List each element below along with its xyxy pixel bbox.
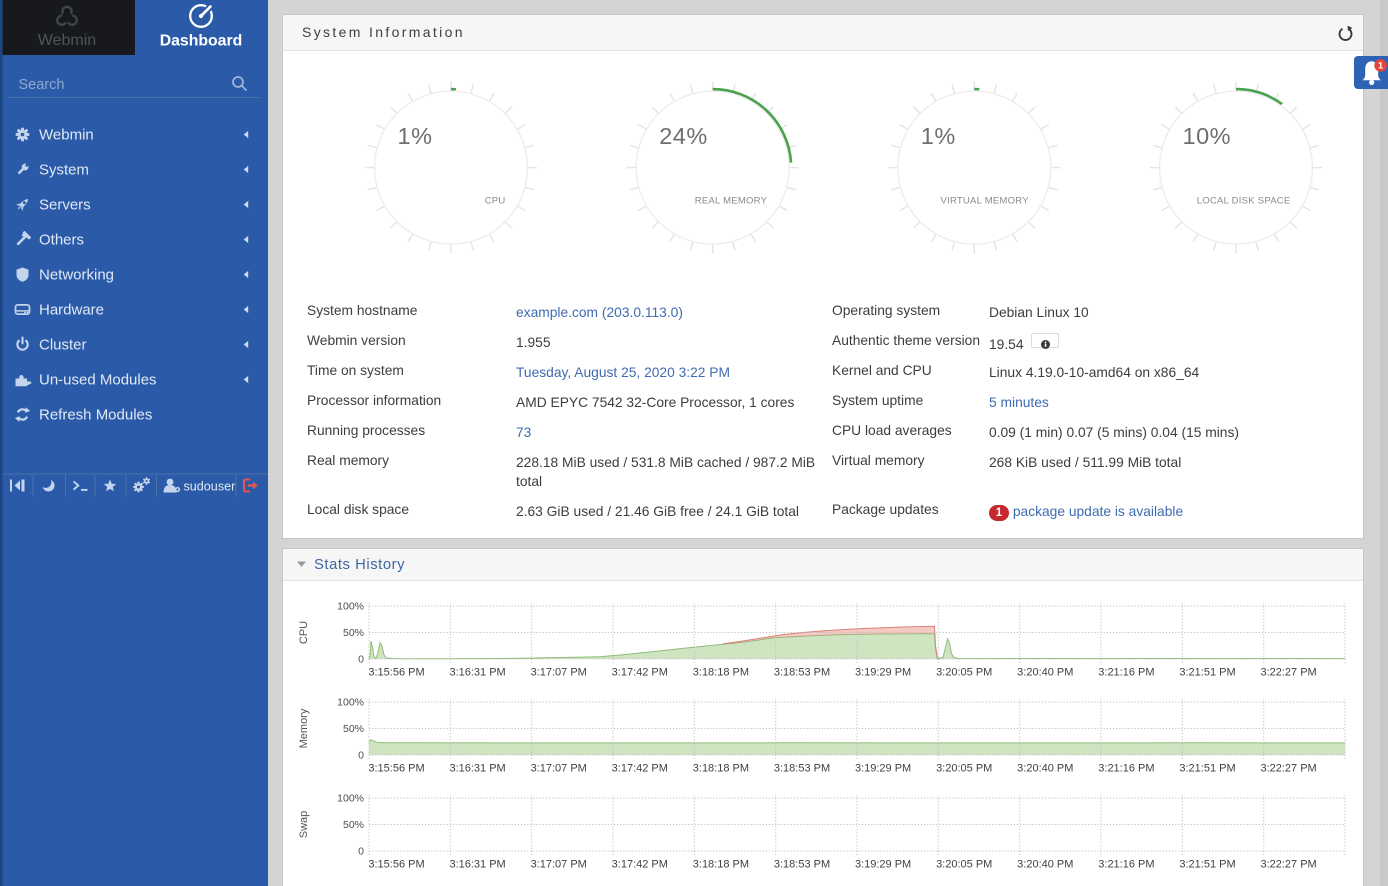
svg-text:3:17:42 PM: 3:17:42 PM	[612, 763, 668, 775]
svg-text:3:22:27 PM: 3:22:27 PM	[1260, 763, 1316, 775]
svg-text:Webmin: Webmin	[38, 32, 96, 49]
svg-text:3:22:27 PM: 3:22:27 PM	[1260, 859, 1316, 871]
svg-text:3:16:31 PM: 3:16:31 PM	[449, 763, 505, 775]
svg-text:Networking: Networking	[39, 267, 114, 284]
svg-text:Refresh Modules: Refresh Modules	[39, 407, 152, 424]
svg-text:3:17:42 PM: 3:17:42 PM	[612, 667, 668, 679]
svg-text:CPU: CPU	[298, 621, 310, 644]
svg-text:3:16:31 PM: 3:16:31 PM	[449, 667, 505, 679]
svg-text:3:18:18 PM: 3:18:18 PM	[693, 859, 749, 871]
svg-text:0: 0	[358, 654, 364, 666]
svg-text:3:20:05 PM: 3:20:05 PM	[936, 667, 992, 679]
svg-text:3:17:07 PM: 3:17:07 PM	[531, 763, 587, 775]
svg-text:3:18:53 PM: 3:18:53 PM	[774, 859, 830, 871]
svg-text:24%: 24%	[659, 123, 708, 149]
svg-text:3:19:29 PM: 3:19:29 PM	[855, 763, 911, 775]
svg-text:100%: 100%	[337, 793, 364, 805]
svg-text:VIRTUAL MEMORY: VIRTUAL MEMORY	[940, 196, 1029, 207]
svg-text:3:20:40 PM: 3:20:40 PM	[1017, 763, 1073, 775]
svg-text:1%: 1%	[921, 123, 956, 149]
svg-text:3:21:16 PM: 3:21:16 PM	[1098, 667, 1154, 679]
svg-text:Swap: Swap	[298, 811, 310, 839]
svg-text:0: 0	[358, 750, 364, 762]
svg-text:50%: 50%	[343, 723, 364, 735]
svg-text:Search: Search	[19, 77, 65, 93]
svg-text:3:15:56 PM: 3:15:56 PM	[368, 859, 424, 871]
svg-text:Dashboard: Dashboard	[160, 33, 243, 50]
svg-text:0: 0	[358, 846, 364, 858]
svg-text:3:21:16 PM: 3:21:16 PM	[1098, 859, 1154, 871]
svg-text:10%: 10%	[1183, 123, 1232, 149]
svg-text:Memory: Memory	[298, 708, 310, 748]
svg-text:1%: 1%	[398, 123, 433, 149]
svg-text:3:18:53 PM: 3:18:53 PM	[774, 667, 830, 679]
svg-text:3:21:16 PM: 3:21:16 PM	[1098, 763, 1154, 775]
svg-text:3:22:27 PM: 3:22:27 PM	[1260, 667, 1316, 679]
svg-text:3:21:51 PM: 3:21:51 PM	[1179, 859, 1235, 871]
svg-text:100%: 100%	[337, 697, 364, 709]
svg-text:sudouser: sudouser	[184, 479, 236, 493]
svg-text:3:18:18 PM: 3:18:18 PM	[693, 667, 749, 679]
svg-text:3:21:51 PM: 3:21:51 PM	[1179, 763, 1235, 775]
svg-text:LOCAL DISK SPACE: LOCAL DISK SPACE	[1197, 196, 1291, 207]
svg-text:3:17:07 PM: 3:17:07 PM	[531, 859, 587, 871]
svg-text:3:20:05 PM: 3:20:05 PM	[936, 763, 992, 775]
svg-text:100%: 100%	[337, 601, 364, 613]
svg-text:System: System	[39, 162, 89, 179]
svg-text:3:18:18 PM: 3:18:18 PM	[693, 763, 749, 775]
svg-text:3:16:31 PM: 3:16:31 PM	[449, 859, 505, 871]
svg-text:Servers: Servers	[39, 197, 91, 214]
svg-text:REAL MEMORY: REAL MEMORY	[695, 196, 768, 207]
svg-text:3:20:05 PM: 3:20:05 PM	[936, 859, 992, 871]
svg-text:CPU: CPU	[485, 196, 506, 207]
svg-text:3:20:40 PM: 3:20:40 PM	[1017, 859, 1073, 871]
svg-text:Others: Others	[39, 232, 84, 249]
svg-text:3:17:42 PM: 3:17:42 PM	[612, 859, 668, 871]
svg-text:3:19:29 PM: 3:19:29 PM	[855, 859, 911, 871]
svg-text:Un-used Modules: Un-used Modules	[39, 372, 157, 389]
svg-text:Webmin: Webmin	[39, 127, 94, 144]
svg-text:3:19:29 PM: 3:19:29 PM	[855, 667, 911, 679]
svg-text:Hardware: Hardware	[39, 302, 104, 319]
svg-text:3:15:56 PM: 3:15:56 PM	[368, 667, 424, 679]
svg-text:Cluster: Cluster	[39, 337, 87, 354]
svg-text:50%: 50%	[343, 819, 364, 831]
svg-text:1: 1	[1378, 61, 1383, 71]
svg-text:3:21:51 PM: 3:21:51 PM	[1179, 667, 1235, 679]
svg-text:3:17:07 PM: 3:17:07 PM	[531, 667, 587, 679]
svg-text:3:15:56 PM: 3:15:56 PM	[368, 763, 424, 775]
svg-text:3:18:53 PM: 3:18:53 PM	[774, 763, 830, 775]
svg-text:50%: 50%	[343, 627, 364, 639]
svg-text:3:20:40 PM: 3:20:40 PM	[1017, 667, 1073, 679]
